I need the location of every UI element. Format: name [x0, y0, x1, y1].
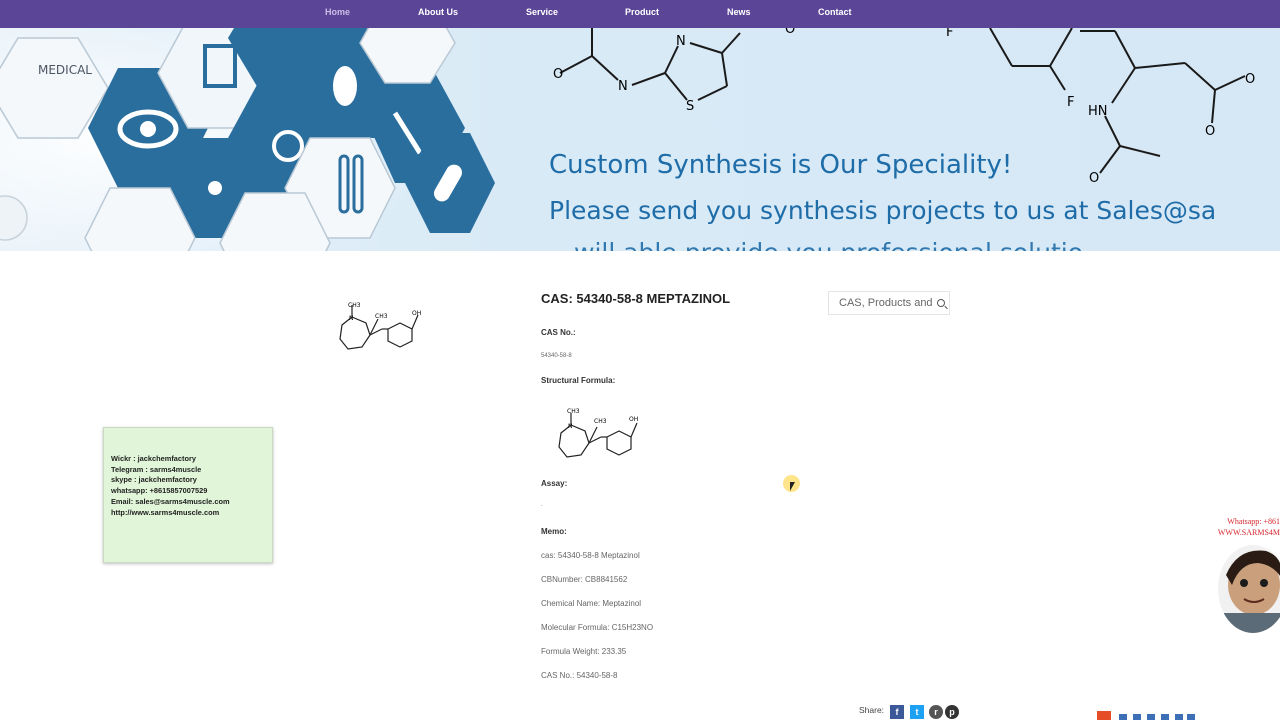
thiazole-o-label: O — [553, 67, 563, 82]
cas-no-value: 54340-58-8 — [541, 353, 572, 359]
product-image-ch3b-label: CH3 — [375, 313, 388, 320]
nav-news[interactable]: News — [727, 0, 751, 28]
carbonyl-o-label: O — [1205, 124, 1215, 139]
memo-line: Molecular Formula: C15H23NO — [541, 623, 654, 632]
acrylate-structure — [989, 28, 1246, 174]
product-image-n-label: N — [349, 315, 354, 322]
search-input[interactable] — [829, 292, 933, 314]
contact-email[interactable]: Email: sales@sarms4muscle.com — [111, 497, 272, 508]
floating-site-text[interactable]: WWW.SARMS4M — [1218, 528, 1280, 537]
nav-product[interactable]: Product — [625, 0, 659, 28]
banner-third-line: …will able provide you professional solu… — [549, 238, 1083, 251]
nav-contact[interactable]: Contact — [818, 0, 852, 28]
structural-formula-image: CH3 CH3 N OH — [558, 408, 638, 458]
bottom-social-icons[interactable] — [1097, 711, 1197, 720]
top-navigation-bar: Home About Us Service Product News Conta… — [0, 0, 1280, 28]
fluorine-top-label: F — [946, 28, 953, 40]
assay-label: Assay: — [541, 479, 568, 488]
banner-subline: Please send you synthesis projects to us… — [549, 196, 1217, 225]
product-title: CAS: 54340-58-8 MEPTAZINOL — [541, 291, 731, 306]
contact-skype: skype : jackchemfactory — [111, 475, 197, 485]
structural-formula-label: Structural Formula: — [541, 376, 616, 385]
nav-service[interactable]: Service — [526, 0, 558, 28]
memo-line: Formula Weight: 233.35 — [541, 647, 627, 656]
memo-line: Chemical Name: Meptazinol — [541, 599, 642, 608]
thiazole-structure — [559, 28, 741, 101]
reddit-share-icon[interactable]: r — [929, 705, 943, 719]
floating-avatar[interactable] — [1218, 545, 1280, 633]
floating-whatsapp-text[interactable]: Whatsapp: +861 — [1227, 517, 1280, 526]
facebook-share-icon[interactable]: f — [890, 705, 904, 719]
imine-n-label: N — [618, 79, 628, 94]
acetyl-o-label: O — [1089, 171, 1099, 186]
amide-hn-label: HN — [1088, 104, 1108, 119]
search-box — [828, 291, 950, 315]
medical-hexagon-label: MEDICAL — [38, 63, 92, 77]
memo-line: CAS No.: 54340-58-8 — [541, 671, 618, 680]
formula-n-label: N — [568, 423, 573, 430]
share-label: Share: — [859, 705, 885, 715]
memo-line: cas: 54340-58-8 Meptazinol — [541, 551, 640, 560]
ester-o-label: O — [1245, 72, 1255, 87]
thiazole-s-label: S — [686, 99, 694, 114]
assay-value: . — [541, 502, 543, 508]
nav-home[interactable]: Home — [325, 0, 350, 28]
hero-banner: MEDICAL N N S F F HN O O O O O Custom Sy… — [0, 28, 1280, 251]
pinterest-share-icon[interactable]: p — [945, 705, 959, 719]
twitter-share-icon[interactable]: t — [910, 705, 924, 719]
fluorine-label: F — [1067, 95, 1074, 110]
contact-whatsapp: whatsapp: +8615857007529 — [111, 486, 208, 496]
thiazole-n-label: N — [676, 34, 686, 49]
search-icon[interactable] — [937, 299, 945, 307]
contact-info-box: Wickr : jackchemfactory Telegram : sarms… — [103, 427, 273, 563]
product-image-ch3-label: CH3 — [348, 302, 361, 309]
memo-label: Memo: — [541, 527, 567, 536]
formula-ch3b-label: CH3 — [594, 418, 607, 425]
product-image-oh-label: OH — [412, 310, 421, 317]
mouse-cursor-icon — [790, 482, 795, 491]
formula-oh-label: OH — [629, 416, 638, 423]
banner-headline: Custom Synthesis is Our Speciality! — [549, 150, 1013, 180]
contact-wickr: Wickr : jackchemfactory — [111, 454, 196, 463]
contact-website[interactable]: http://www.sarms4muscle.com — [111, 508, 272, 519]
contact-telegram: Telegram : sarms4muscle — [111, 464, 202, 474]
top-o-label: O — [785, 28, 795, 37]
memo-line: CBNumber: CB8841562 — [541, 575, 628, 584]
formula-ch3-label: CH3 — [567, 408, 580, 415]
cas-no-label: CAS No.: — [541, 328, 576, 337]
product-image[interactable]: CH3 CH3 N OH — [330, 295, 430, 355]
nav-about-us[interactable]: About Us — [418, 0, 458, 28]
